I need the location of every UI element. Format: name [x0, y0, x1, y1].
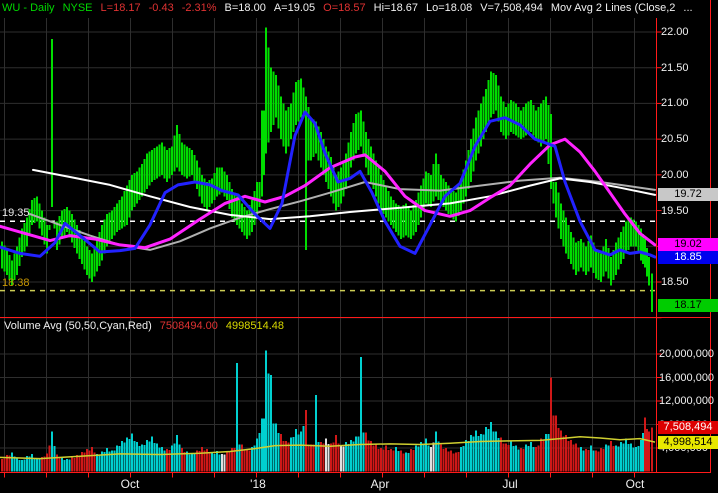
chart-plot-area[interactable]	[0, 0, 718, 493]
volume-bars	[1, 350, 653, 472]
gridlines	[0, 18, 656, 471]
price-level-lines	[0, 220, 656, 292]
